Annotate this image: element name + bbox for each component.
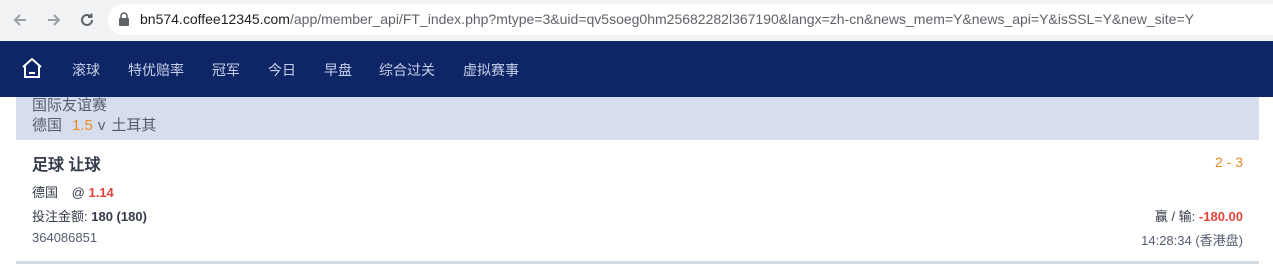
league-name: 国际友谊赛 — [32, 97, 108, 114]
nav-item-outright[interactable]: 冠军 — [212, 60, 240, 80]
nav-item-parlay[interactable]: 综合过关 — [379, 60, 435, 80]
ticket-id: 364086851 — [32, 230, 98, 245]
url-path: /app/member_api/FT_index.php?mtype=3&uid… — [289, 11, 1194, 27]
stake-value: 180 (180) — [91, 209, 147, 224]
score: 2 - 3 — [1214, 154, 1243, 170]
nav-item-early[interactable]: 早盘 — [324, 60, 352, 80]
arrow-left-icon — [13, 14, 26, 26]
bet-card: 足球 让球 2 - 3 德国 @ 1.14 投注金额: 180 (180) 赢 … — [16, 140, 1259, 264]
away-team: 土耳其 — [111, 117, 157, 134]
nav-item-virtual[interactable]: 虚拟赛事 — [463, 60, 519, 80]
selection-line: 德国 @ 1.14 — [32, 182, 114, 201]
odds-value: 1.14 — [88, 185, 114, 200]
league-header: 国际友谊赛 德国 1.5 v 土耳其 — [16, 97, 1259, 140]
bet-history-content: 国际友谊赛 德国 1.5 v 土耳其 足球 让球 2 - 3 德国 @ 1.14 投注… — [0, 97, 1273, 264]
browser-toolbar: bn574.coffee12345.com/app/member_api/FT_… — [0, 0, 1273, 42]
home-team: 德国 — [32, 117, 63, 134]
winloss-value: -180.00 — [1198, 209, 1243, 224]
home-button[interactable] — [20, 56, 44, 85]
forward-button[interactable] — [42, 8, 66, 32]
nav-item-today[interactable]: 今日 — [268, 60, 296, 80]
reload-button[interactable] — [75, 8, 99, 32]
home-icon — [22, 58, 42, 78]
versus-label: v — [97, 117, 106, 134]
stake-line: 投注金额: 180 (180) — [32, 206, 147, 225]
reload-icon — [81, 13, 93, 26]
lock-icon — [119, 12, 129, 26]
match-line: 德国 1.5 v 土耳其 — [32, 114, 156, 135]
back-button[interactable] — [8, 8, 32, 32]
selection-team: 德国 — [32, 185, 59, 200]
handicap-value: 1.5 — [72, 117, 93, 134]
url-text: bn574.coffee12345.com/app/member_api/FT_… — [140, 11, 1194, 27]
nav-item-live[interactable]: 滚球 — [72, 60, 100, 80]
winloss-label: 赢 / 输: — [1154, 209, 1196, 224]
bet-type: 足球 让球 — [32, 157, 101, 174]
arrow-right-icon — [48, 14, 61, 26]
winloss-line: 赢 / 输: -180.00 — [1155, 206, 1243, 225]
url-host: bn574.coffee12345.com — [140, 11, 290, 27]
nav-item-best-odds[interactable]: 特优赔率 — [128, 60, 184, 80]
bet-time: 14:28:34 (香港盘) — [1141, 233, 1243, 248]
stake-label: 投注金额: — [32, 209, 88, 224]
site-navbar: 滚球 特优赔率 冠军 今日 早盘 综合过关 虚拟赛事 — [0, 41, 1273, 97]
at-symbol: @ — [71, 185, 85, 200]
address-bar[interactable]: bn574.coffee12345.com/app/member_api/FT_… — [108, 4, 1273, 35]
